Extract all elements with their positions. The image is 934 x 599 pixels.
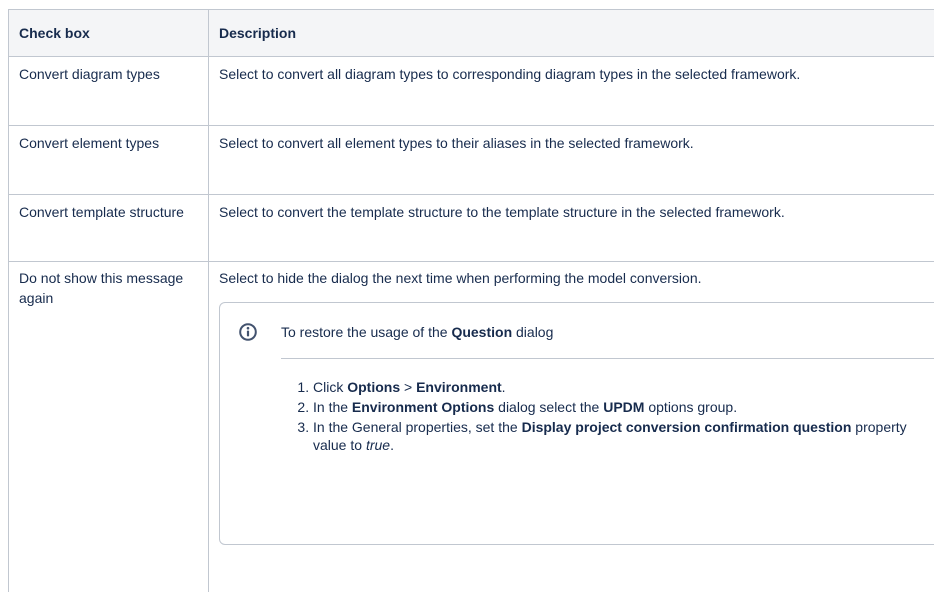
check-box-description-cell: Select to hide the dialog the next time …: [208, 261, 934, 592]
environment-menu-label: Environment: [416, 379, 502, 395]
check-box-description: Select to convert the template structure…: [208, 194, 934, 262]
check-box-name: Convert diagram types: [8, 56, 209, 126]
property-name-label: Display project conversion confirmation …: [521, 419, 852, 435]
table-row: Convert diagram types Select to convert …: [8, 56, 934, 126]
list-item: In the General properties, set the Displ…: [313, 418, 934, 454]
check-box-description: Select to convert all element types to t…: [208, 125, 934, 195]
list-item: Click Options > Environment.: [313, 378, 934, 396]
check-box-description: Select to convert all diagram types to c…: [208, 56, 934, 126]
info-panel: To restore the usage of the Question dia…: [219, 302, 934, 545]
check-box-description: Select to hide the dialog the next time …: [219, 270, 702, 286]
environment-options-label: Environment Options: [351, 399, 495, 415]
info-title-text: To restore the usage of the: [281, 324, 452, 340]
info-panel-title: To restore the usage of the Question dia…: [281, 322, 553, 342]
info-icon: [239, 323, 257, 341]
table-row: Do not show this message again Select to…: [8, 261, 934, 592]
column-header-check-box: Check box: [8, 9, 209, 57]
options-menu-label: Options: [347, 379, 401, 395]
check-box-name: Do not show this message again: [8, 261, 209, 592]
table-row: Convert element types Select to convert …: [8, 125, 934, 195]
property-value: true: [365, 437, 391, 453]
check-box-name: Convert template structure: [8, 194, 209, 262]
column-header-description: Description: [208, 9, 934, 57]
updm-label: UPDM: [603, 399, 645, 415]
info-title-bold: Question: [451, 324, 513, 340]
list-item: In the Environment Options dialog select…: [313, 398, 934, 416]
check-box-name: Convert element types: [8, 125, 209, 195]
table-row: Convert template structure Select to con…: [8, 194, 934, 262]
info-title-text-end: dialog: [512, 324, 554, 340]
description-table: Check box Description Convert diagram ty…: [8, 9, 934, 592]
table-header-row: Check box Description: [8, 9, 934, 57]
divider: [281, 358, 934, 359]
steps-list: Click Options > Environment. In the Envi…: [281, 378, 934, 456]
